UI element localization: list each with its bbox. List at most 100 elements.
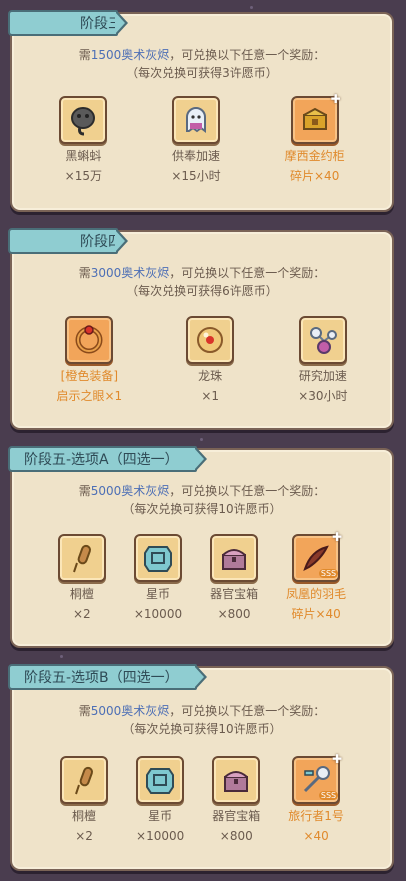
stage-tag-label: 阶段五-选项B（四选一） [24, 670, 179, 686]
reward-item[interactable]: 器官宝箱 ×800 [210, 534, 258, 622]
desc-suffix: ，可兑换以下任意一个奖励： [169, 266, 326, 280]
stage-tag-label: 阶段三 [80, 16, 122, 32]
reward-name: 黑蝌蚪 [65, 149, 102, 163]
reward-item[interactable]: 星币 ×10000 [136, 756, 184, 844]
reward-qty: ×800 [217, 607, 251, 621]
desc-suffix: ，可兑换以下任意一个奖励： [169, 48, 326, 62]
desc-prefix: 需 [78, 266, 91, 280]
reward-qty: ×40 [303, 829, 329, 843]
reward-item[interactable]: [橙色装备] 启示之眼×1 [56, 316, 122, 404]
coin-note: （每次兑换可获得3许愿币） [126, 66, 278, 80]
star-coin-icon [133, 534, 182, 582]
reward-item[interactable]: 器官宝箱 ×800 [212, 756, 260, 844]
rarity-badge-icon: SSS [318, 791, 339, 800]
probe-icon: ✚ SSS [292, 752, 342, 804]
reward-name: 凤凰的羽毛 [286, 587, 347, 601]
reward-item[interactable]: 星币 ×10000 [134, 534, 182, 622]
bg-dot [200, 438, 203, 441]
reward-qty: 碎片×40 [290, 169, 340, 183]
star-coin-icon [136, 756, 185, 804]
reward-qty: ×30小时 [298, 389, 348, 403]
reward-name: 摩西金约柜 [284, 149, 345, 163]
cost-description: 需1500奥术灰烬，可兑换以下任意一个奖励： [12, 46, 392, 63]
feather-icon: ✚ SSS [292, 530, 342, 582]
reward-qty: ×1 [201, 389, 220, 403]
reward-qty: ×800 [219, 829, 253, 843]
ark-icon: ✚ [290, 92, 341, 144]
ghost-icon [171, 96, 220, 144]
reward-qty: 碎片×40 [291, 607, 341, 621]
reward-name: [橙色装备] [60, 369, 119, 383]
desc-prefix: 需 [78, 48, 91, 62]
stage-tag-label: 阶段四 [80, 234, 122, 250]
reward-name: 旅行者1号 [288, 809, 344, 823]
stage-panel-5b: 阶段五-选项B（四选一） 需5000奥术灰烬，可兑换以下任意一个奖励： （每次兑… [8, 664, 394, 871]
reward-qty: ×10000 [133, 607, 183, 621]
fragment-mark-icon: ✚ [330, 92, 341, 106]
stage-tag-label: 阶段五-选项A（四选一） [24, 452, 179, 468]
ash-amount: 5000奥术灰烬 [90, 704, 170, 718]
reward-qty: ×2 [75, 829, 93, 843]
chest-icon [210, 534, 259, 582]
reward-list: 桐檀 ×2 星币 ×10000 器官宝箱 ×800 ✚ SSS 旅行者1号 ×4… [12, 752, 392, 844]
reward-item[interactable]: 桐檀 ×2 [60, 756, 109, 844]
stage-panel-5a: 阶段五-选项A（四选一） 需5000奥术灰烬，可兑换以下任意一个奖励： （每次兑… [8, 446, 394, 648]
reward-name: 星币 [148, 809, 173, 823]
tadpole-icon [59, 96, 108, 144]
reward-item[interactable]: ✚ SSS 旅行者1号 ×40 [288, 752, 344, 844]
desc-prefix: 需 [78, 484, 91, 498]
coin-note: （每次兑换可获得10许愿币） [122, 502, 282, 516]
reward-qty: ×2 [73, 607, 91, 621]
reward-name: 桐檀 [72, 809, 97, 823]
desc-prefix: 需 [78, 704, 91, 718]
stage-panel-4: 阶段四 需3000奥术灰烬，可兑换以下任意一个奖励： （每次兑换可获得6许愿币）… [8, 228, 394, 430]
reward-item[interactable]: 龙珠 ×1 [186, 316, 235, 404]
reward-qty: ×15小时 [171, 169, 221, 183]
bg-dot [250, 6, 253, 9]
bg-dot [60, 655, 63, 658]
reward-item[interactable]: ✚ SSS 凤凰的羽毛 碎片×40 [286, 530, 347, 622]
rarity-badge-icon: SSS [318, 569, 339, 578]
reward-item[interactable]: 研究加速 ×30小时 [298, 316, 348, 404]
reward-item[interactable]: 供奉加速 ×15小时 [171, 96, 221, 184]
reward-name: 星币 [145, 587, 170, 601]
ash-amount: 5000奥术灰烬 [90, 484, 170, 498]
reward-list: 桐檀 ×2 星币 ×10000 器官宝箱 ×800 ✚ SSS 凤凰的羽毛 碎片… [12, 530, 392, 622]
cost-description: 需5000奥术灰烬，可兑换以下任意一个奖励： [12, 482, 392, 499]
stage-tag: 阶段五-选项B（四选一） [8, 664, 207, 690]
coin-note: （每次兑换可获得10许愿币） [122, 722, 282, 736]
reward-name: 桐檀 [69, 587, 94, 601]
reward-qty: ×10000 [136, 829, 185, 843]
reward-item[interactable]: ✚ 摩西金约柜 碎片×40 [284, 92, 345, 184]
reward-qty: 启示之眼×1 [56, 389, 123, 403]
stage-tag: 阶段四 [8, 228, 128, 254]
desc-suffix: ，可兑换以下任意一个奖励： [169, 484, 326, 498]
fragment-mark-icon: ✚ [332, 530, 343, 544]
stage-tag: 阶段三 [8, 10, 128, 36]
reward-name: 龙珠 [198, 369, 223, 383]
reward-item[interactable]: 黑蝌蚪 ×15万 [59, 96, 108, 184]
stage-panel-3: 阶段三 需1500奥术灰烬，可兑换以下任意一个奖励： （每次兑换可获得3许愿币）… [8, 10, 394, 212]
ash-amount: 3000奥术灰烬 [90, 266, 170, 280]
reward-item[interactable]: 桐檀 ×2 [57, 534, 106, 622]
reward-name: 器官宝箱 [212, 809, 261, 823]
coin-note: （每次兑换可获得6许愿币） [126, 284, 278, 298]
cost-description: 需3000奥术灰烬，可兑换以下任意一个奖励： [12, 264, 392, 281]
stage-tag: 阶段五-选项A（四选一） [8, 446, 207, 472]
stick-icon [57, 534, 106, 582]
cost-description: 需5000奥术灰烬，可兑换以下任意一个奖励： [12, 702, 392, 719]
reward-list: 黑蝌蚪 ×15万 供奉加速 ×15小时 ✚ 摩西金约柜 碎片×40 [12, 92, 392, 184]
reward-list: [橙色装备] 启示之眼×1 龙珠 ×1 研究加速 ×30小时 [12, 316, 392, 404]
reward-name: 供奉加速 [171, 149, 220, 163]
reward-qty: ×15万 [64, 169, 102, 183]
stick-icon [60, 756, 109, 804]
dragon-ball-icon [186, 316, 235, 364]
flask-icon [298, 316, 347, 364]
ash-amount: 1500奥术灰烬 [90, 48, 170, 62]
fragment-mark-icon: ✚ [332, 752, 343, 766]
desc-suffix: ，可兑换以下任意一个奖励： [169, 704, 326, 718]
reward-name: 研究加速 [298, 369, 347, 383]
chest-icon [212, 756, 261, 804]
reward-name: 器官宝箱 [210, 587, 259, 601]
ring-icon [65, 316, 114, 364]
